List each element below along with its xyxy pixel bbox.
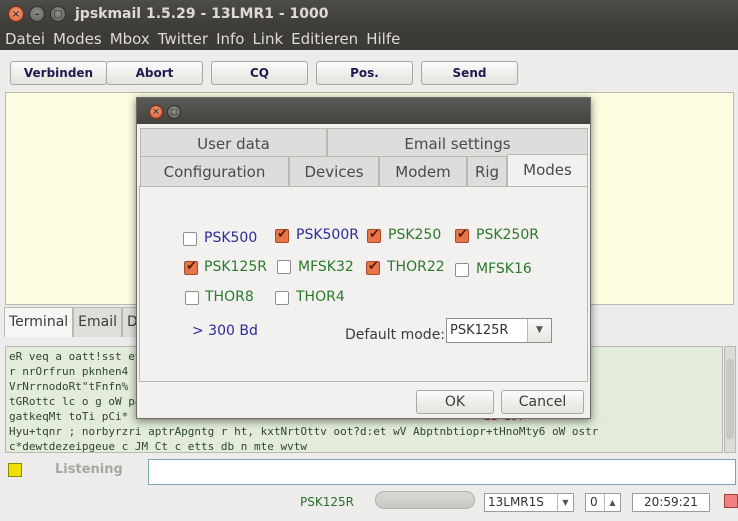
default-mode-select[interactable]: PSK125R ▼ — [446, 318, 552, 343]
preferences-dialog: × □ User data Email settings Configurati… — [136, 97, 591, 419]
checkbox-label-mfsk16: MFSK16 — [476, 261, 532, 277]
current-mode: PSK125R — [300, 495, 354, 509]
tab-devices[interactable]: Devices — [289, 156, 379, 186]
menu-mbox[interactable]: Mbox — [110, 28, 150, 50]
position-button[interactable]: Pos. — [316, 61, 413, 85]
log-line: c*dewtdezeipgeue c JM Ct c etts db n mte… — [9, 440, 308, 453]
checkbox-psk125r[interactable] — [184, 259, 198, 275]
tab-terminal[interactable]: Terminal — [4, 307, 74, 337]
checkbox-mfsk16[interactable] — [455, 263, 469, 277]
abort-button[interactable]: Abort — [106, 61, 203, 85]
menu-twitter[interactable]: Twitter — [158, 28, 208, 50]
checkbox-label-thor8: THOR8 — [205, 289, 254, 305]
dialog-close-icon[interactable]: × — [149, 105, 163, 119]
menu-datei[interactable]: Datei — [5, 28, 45, 50]
menu-link[interactable]: Link — [252, 28, 283, 50]
signal-progress-bar — [375, 491, 475, 509]
cq-button[interactable]: CQ — [211, 61, 308, 85]
checkbox-label-psk500: PSK500 — [204, 230, 258, 246]
checkbox-label-thor22: THOR22 — [387, 259, 445, 275]
checkbox-psk250[interactable] — [367, 227, 381, 243]
checkbox-thor8[interactable] — [185, 291, 199, 305]
dialog-title-bar: × □ — [137, 98, 590, 124]
toolbar: Verbinden Abort CQ Pos. Send — [0, 55, 738, 91]
checkbox-psk250r[interactable] — [455, 227, 469, 243]
ok-button[interactable]: OK — [416, 390, 494, 414]
checkbox-label-mfsk32: MFSK32 — [298, 259, 354, 275]
scrollbar-thumb[interactable] — [726, 359, 734, 439]
dialog-maximize-icon[interactable]: □ — [167, 105, 181, 119]
tab-email[interactable]: Email — [73, 307, 123, 337]
checkbox-thor22[interactable] — [366, 259, 380, 275]
checkbox-label-thor4: THOR4 — [296, 289, 345, 305]
title-bar: × – □ jpskmail 1.5.29 - 13LMR1 - 1000 — [0, 0, 738, 28]
chevron-down-icon[interactable]: ▼ — [527, 319, 551, 342]
clock: 20:59:21 — [632, 493, 710, 512]
message-input[interactable] — [148, 459, 736, 485]
tab-modem[interactable]: Modem — [379, 156, 467, 186]
cancel-button[interactable]: Cancel — [501, 390, 584, 414]
tab-user-data[interactable]: User data — [140, 128, 327, 158]
checkbox-label-psk500r: PSK500R — [296, 227, 359, 243]
window-title: jpskmail 1.5.29 - 13LMR1 - 1000 — [75, 6, 329, 22]
default-mode-label: Default mode: — [345, 327, 446, 343]
callsign-select[interactable]: 13LMR1S ▼ — [484, 493, 574, 512]
tab-rig[interactable]: Rig — [467, 156, 507, 186]
checkbox-psk500r[interactable] — [275, 227, 289, 243]
checkbox-label-psk250r: PSK250R — [476, 227, 539, 243]
send-button[interactable]: Send — [421, 61, 518, 85]
checkbox-label-psk250: PSK250 — [388, 227, 442, 243]
menu-bar: Datei Modes Mbox Twitter Info Link Editi… — [0, 28, 738, 50]
bandwidth-label: > 300 Bd — [192, 323, 258, 339]
status-led-icon — [8, 463, 22, 477]
menu-info[interactable]: Info — [216, 28, 244, 50]
log-line: Hyu+tqnr ; norbyrzri aptrApgntg r ht, kx… — [9, 425, 599, 438]
error-indicator-icon — [724, 494, 738, 508]
close-window-button[interactable]: × — [8, 6, 24, 22]
minimize-window-button[interactable]: – — [29, 6, 45, 22]
maximize-window-button[interactable]: □ — [50, 6, 66, 22]
listening-status: Listening — [55, 462, 123, 477]
checkbox-thor4[interactable] — [275, 291, 289, 305]
checkbox-mfsk32[interactable] — [277, 260, 291, 274]
menu-editieren[interactable]: Editieren — [291, 28, 358, 50]
chevron-down-icon[interactable]: ▼ — [557, 494, 573, 511]
lower-tab-bar: Terminal Email D — [4, 307, 143, 337]
channel-spinner[interactable]: 0 ▲ — [585, 493, 621, 512]
log-scrollbar[interactable] — [724, 346, 736, 453]
tab-configuration[interactable]: Configuration — [140, 156, 289, 186]
checkbox-label-psk125r: PSK125R — [204, 259, 267, 275]
connect-button[interactable]: Verbinden — [10, 61, 107, 85]
modes-panel — [139, 186, 588, 382]
menu-modes[interactable]: Modes — [53, 28, 102, 50]
checkbox-psk500[interactable] — [183, 232, 197, 246]
menu-hilfe[interactable]: Hilfe — [366, 28, 400, 50]
spinner-arrows-icon[interactable]: ▲ — [604, 494, 620, 511]
tab-modes[interactable]: Modes — [507, 154, 588, 187]
